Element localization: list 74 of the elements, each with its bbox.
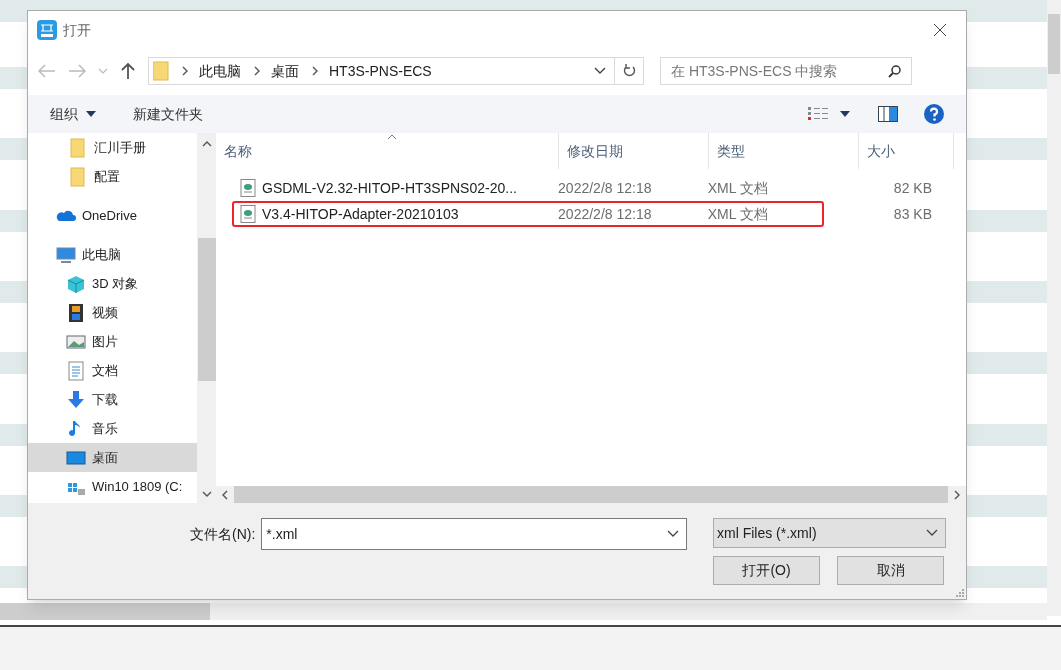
scrollbar-thumb[interactable] (1048, 14, 1060, 74)
table-cell-text: 2022/2/8 12:18 (558, 204, 653, 224)
cube-icon (66, 273, 86, 294)
sidebar-item[interactable]: OneDrive (28, 201, 197, 230)
caret-icon (86, 111, 96, 117)
app-icon (37, 20, 57, 40)
file-name: V3.4-HITOP-Adapter-20210103 (262, 204, 459, 224)
scrollbar[interactable] (1047, 0, 1061, 616)
column-header[interactable]: 修改日期 (559, 133, 709, 169)
file-type-dropdown[interactable]: xml Files (*.xml) (713, 518, 946, 548)
breadcrumb-item[interactable]: 桌面 (271, 60, 299, 82)
chevron-up-icon[interactable] (201, 141, 212, 147)
cancel-button[interactable]: 取消 (837, 556, 944, 585)
xml-file-icon (240, 179, 256, 197)
monitor-icon (56, 244, 76, 265)
table-cell-text: 82 KB (892, 178, 932, 198)
table-cell-text: 2022/2/8 12:18 (558, 178, 653, 198)
breadcrumb-item[interactable]: HT3S-PNS-ECS (329, 60, 432, 82)
folder-icon (153, 61, 169, 81)
table-cell-text: 83 KB (892, 204, 932, 224)
sidebar-item[interactable]: 配置 (28, 162, 197, 191)
sidebar-item[interactable]: 3D 对象 (28, 269, 197, 298)
sort-caret-icon[interactable] (387, 134, 397, 140)
chevron-right-icon[interactable] (954, 489, 960, 500)
open-button[interactable]: 打开(O) (713, 556, 820, 585)
search-icon (888, 64, 902, 78)
sidebar-item[interactable]: 音乐 (28, 414, 197, 443)
scrollbar-thumb[interactable] (197, 238, 216, 381)
up-arrow-icon[interactable] (120, 62, 136, 80)
close-icon[interactable] (933, 23, 947, 37)
address-bar[interactable]: 此电脑 桌面 HT3S-PNS-ECS (148, 57, 644, 85)
horizontal-scrollbar[interactable] (0, 603, 1047, 620)
document-icon (66, 360, 86, 381)
caret-icon[interactable] (840, 111, 850, 117)
file-name-field[interactable]: *.xml (261, 518, 688, 550)
chevron-down-icon[interactable] (667, 530, 680, 538)
preview-pane-icon[interactable] (878, 106, 898, 122)
column-header[interactable]: 名称 (216, 133, 559, 169)
chevron-right-icon[interactable] (182, 66, 188, 76)
column-header[interactable]: 类型 (709, 133, 859, 169)
view-options-icon[interactable] (808, 106, 830, 122)
search-field[interactable]: 在 HT3S-PNS-ECS 中搜索 (660, 57, 912, 85)
sidebar-item[interactable]: 桌面 (28, 443, 197, 472)
sidebar-item[interactable]: 视频 (28, 298, 197, 327)
xml-file-icon (240, 205, 256, 223)
chevron-down-icon[interactable] (201, 491, 212, 497)
table-cell-text: XML 文档 (707, 178, 769, 198)
film-icon (66, 302, 86, 323)
file-name-label: 文件名(N): (190, 524, 256, 544)
help-icon[interactable] (924, 104, 944, 124)
sidebar-item[interactable]: Win10 1809 (C: (28, 472, 197, 501)
resize-grip-icon[interactable] (956, 589, 964, 597)
sidebar-item[interactable]: 此电脑 (28, 240, 197, 269)
table-cell-text: XML 文档 (707, 204, 769, 224)
sidebar-item[interactable]: 文档 (28, 356, 197, 385)
sidebar-item[interactable]: 汇川手册 (28, 133, 197, 162)
chevron-left-icon[interactable] (222, 489, 228, 500)
chevron-down-icon[interactable] (594, 67, 606, 75)
organize-menu-button[interactable]: 组织 (50, 103, 96, 125)
scrollbar-thumb[interactable] (0, 603, 210, 620)
down-arrow-icon (66, 389, 86, 410)
chevron-right-icon[interactable] (254, 66, 260, 76)
scrollbar[interactable] (197, 133, 216, 503)
sidebar-item[interactable]: 下载 (28, 385, 197, 414)
file-name: GSDML-V2.32-HITOP-HT3SPNS02-20... (262, 178, 517, 198)
window-title: 打开 (63, 20, 91, 40)
sidebar-item[interactable]: 图片 (28, 327, 197, 356)
breadcrumb-item[interactable]: 此电脑 (199, 60, 241, 82)
chevron-down-icon (926, 529, 938, 537)
chevron-right-icon[interactable] (312, 66, 318, 76)
folder-icon (68, 166, 88, 187)
column-header[interactable]: 大小 (859, 133, 954, 169)
folder-icon (68, 137, 88, 158)
new-folder-button[interactable]: 新建文件夹 (133, 103, 203, 125)
